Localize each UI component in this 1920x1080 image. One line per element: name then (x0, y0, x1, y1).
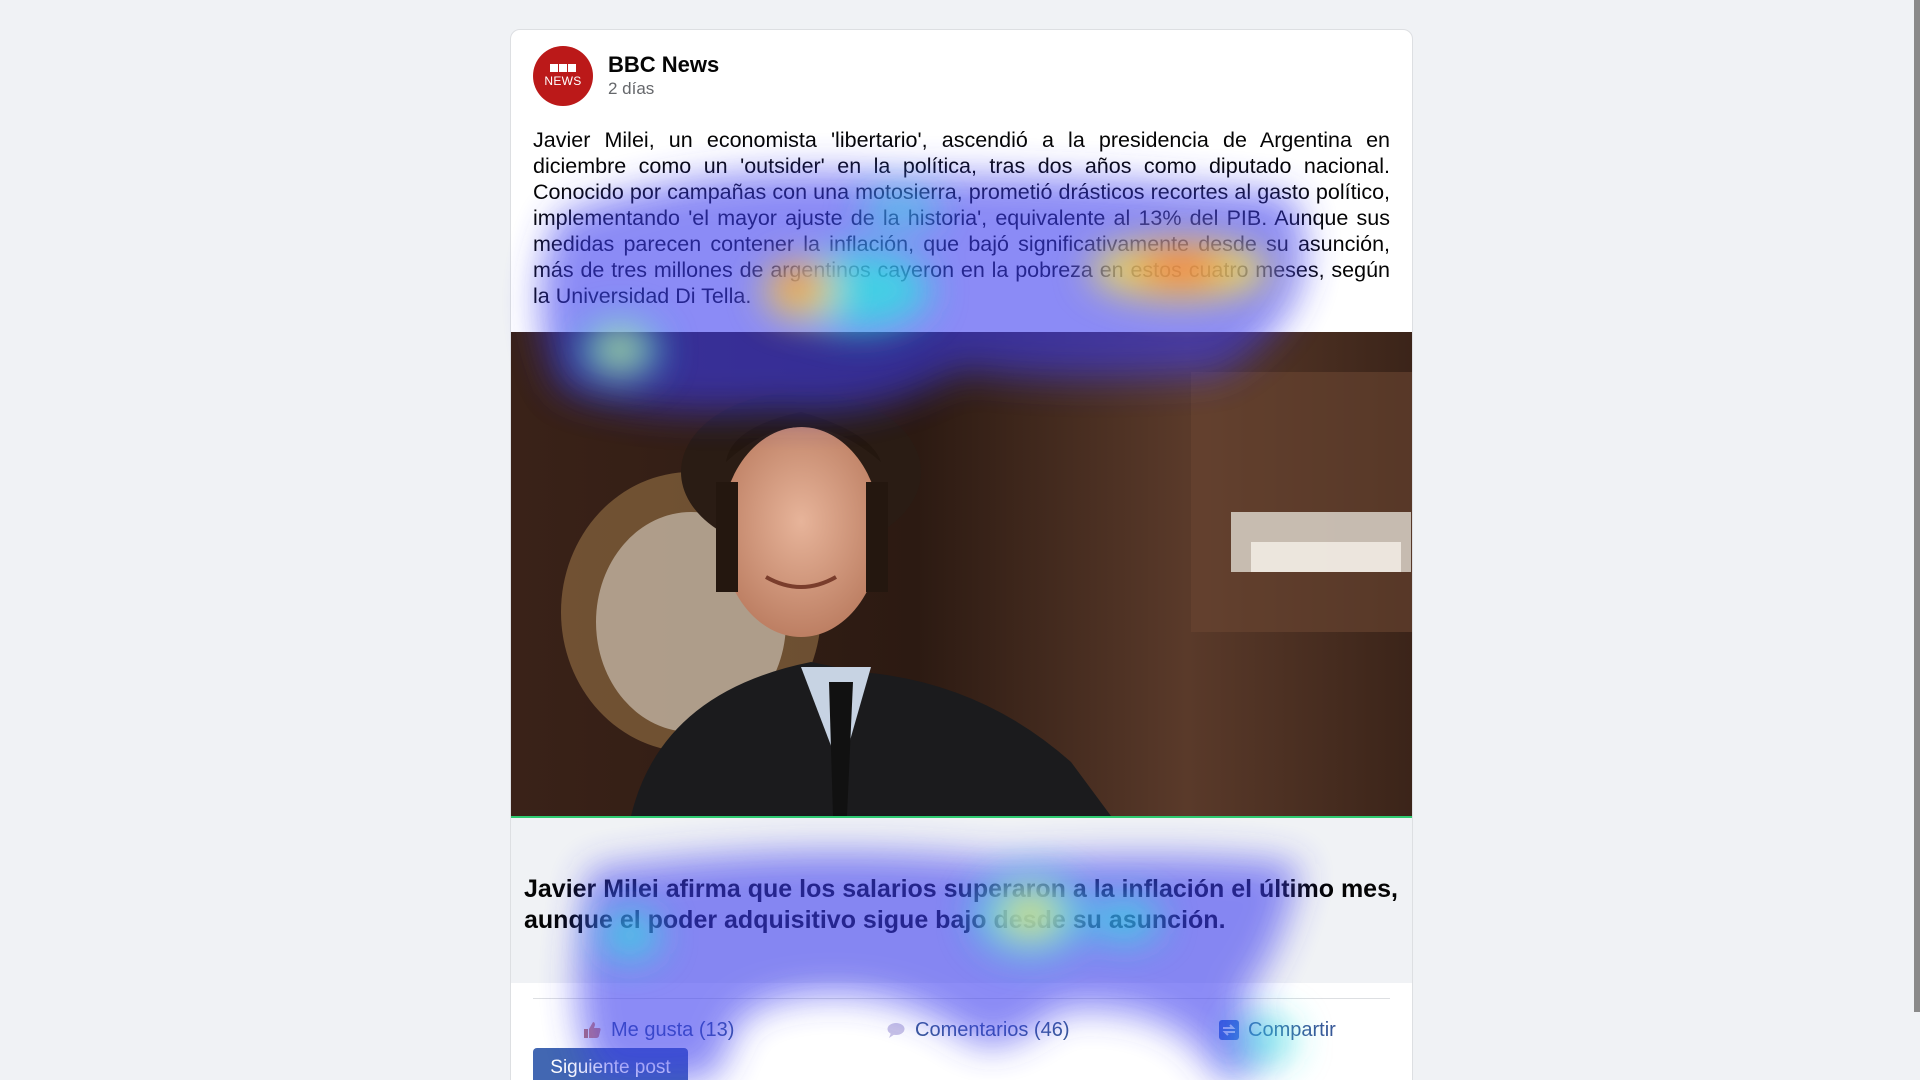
bbc-logo-blocks (550, 64, 576, 72)
comments-label: Comentarios (46) (915, 1018, 1070, 1041)
next-post-button[interactable]: Siguiente post (533, 1048, 688, 1080)
bbc-news-logo[interactable]: NEWS (533, 46, 593, 106)
post-meta: BBC News 2 días (608, 52, 719, 100)
thumbs-up-icon (581, 1019, 603, 1041)
actions-divider (533, 998, 1390, 999)
link-headline[interactable]: Javier Milei afirma que los salarios sup… (524, 874, 1404, 936)
post-header: NEWS BBC News 2 días (533, 46, 719, 106)
share-button[interactable]: Compartir (1218, 1019, 1336, 1042)
link-preview[interactable]: Javier Milei afirma que los salarios sup… (511, 818, 1412, 983)
comments-button[interactable]: Comentarios (46) (885, 1019, 1070, 1042)
scrollbar[interactable] (1914, 0, 1920, 1012)
post-body-text: Javier Milei, un economista 'libertario'… (533, 128, 1390, 308)
like-button[interactable]: Me gusta (13) (581, 1019, 734, 1042)
page: NEWS BBC News 2 días Javier Milei, un ec… (0, 0, 1920, 1080)
post-source-name[interactable]: BBC News (608, 52, 719, 78)
news-post: NEWS BBC News 2 días Javier Milei, un ec… (510, 29, 1413, 1080)
post-photo[interactable] (511, 332, 1412, 818)
post-timestamp: 2 días (608, 79, 655, 98)
share-label: Compartir (1248, 1018, 1336, 1041)
share-icon (1218, 1019, 1240, 1041)
speech-bubble-icon (885, 1019, 907, 1041)
logo-news-text: NEWS (544, 74, 582, 88)
like-label: Me gusta (13) (611, 1018, 735, 1041)
